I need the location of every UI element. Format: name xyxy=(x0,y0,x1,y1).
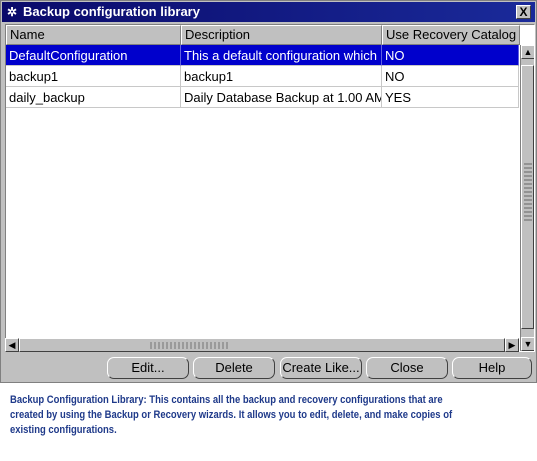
row-description-cell: backup1 xyxy=(181,66,382,87)
table-row[interactable]: DefaultConfiguration This a default conf… xyxy=(6,45,519,66)
configurations-table: Name Description Use Recovery Catalog De… xyxy=(5,24,535,352)
arrow-up-icon: ▲ xyxy=(523,47,533,57)
column-header-name[interactable]: Name xyxy=(6,25,181,45)
caption-text: Backup Configuration Library: This conta… xyxy=(10,393,462,438)
row-name-cell: backup1 xyxy=(6,66,181,87)
caption-lead: Backup Configuration Library: xyxy=(10,394,147,406)
delete-button[interactable]: Delete xyxy=(193,357,275,379)
scroll-down-button[interactable]: ▼ xyxy=(521,337,534,351)
arrow-left-icon: ◀ xyxy=(8,340,16,350)
close-window-button[interactable]: X xyxy=(516,5,531,19)
row-description-cell: This a default configuration which backs xyxy=(181,45,382,66)
arrow-right-icon: ▶ xyxy=(508,340,516,350)
help-button[interactable]: Help xyxy=(452,357,532,379)
horizontal-scroll-thumb[interactable] xyxy=(19,338,505,352)
row-name-cell: daily_backup xyxy=(6,87,181,108)
edit-button[interactable]: Edit... xyxy=(107,357,189,379)
row-description-cell: Daily Database Backup at 1.00 AM xyxy=(181,87,382,108)
grip-icon xyxy=(150,342,230,349)
vertical-scroll-thumb[interactable] xyxy=(521,65,534,329)
table-row[interactable]: daily_backup Daily Database Backup at 1.… xyxy=(6,87,519,108)
window-title: Backup configuration library xyxy=(23,4,200,19)
horizontal-scrollbar[interactable]: ◀ ▶ xyxy=(5,338,519,352)
row-recovery-catalog-cell: NO xyxy=(382,45,519,66)
row-name-cell: DefaultConfiguration xyxy=(6,45,181,66)
window-icon[interactable]: ✲ xyxy=(5,5,19,19)
vertical-scrollbar[interactable]: ▲ ▼ xyxy=(520,45,534,351)
scroll-right-button[interactable]: ▶ xyxy=(505,338,519,352)
close-icon: X xyxy=(519,5,528,19)
column-header-use-recovery-catalog[interactable]: Use Recovery Catalog xyxy=(382,25,520,45)
backup-configuration-dialog: ✲ Backup configuration library X Name De… xyxy=(0,0,537,383)
table-row[interactable]: backup1 backup1 NO xyxy=(6,66,519,87)
title-bar[interactable]: ✲ Backup configuration library X xyxy=(2,2,535,22)
arrow-down-icon: ▼ xyxy=(523,339,533,349)
create-like-button[interactable]: Create Like... xyxy=(280,357,362,379)
grip-icon xyxy=(524,161,532,221)
row-recovery-catalog-cell: NO xyxy=(382,66,519,87)
scroll-left-button[interactable]: ◀ xyxy=(5,338,19,352)
column-header-description[interactable]: Description xyxy=(181,25,382,45)
row-recovery-catalog-cell: YES xyxy=(382,87,519,108)
close-button[interactable]: Close xyxy=(366,357,448,379)
scroll-up-button[interactable]: ▲ xyxy=(521,45,534,59)
